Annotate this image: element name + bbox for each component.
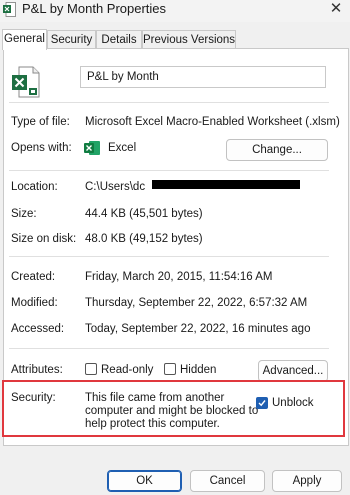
excel-app-icon bbox=[84, 141, 100, 155]
accessed-label: Accessed: bbox=[11, 323, 65, 335]
created-value: Friday, March 20, 2015, 11:54:16 AM bbox=[85, 271, 273, 283]
close-button[interactable]: ✕ bbox=[322, 0, 350, 20]
modified-label: Modified: bbox=[11, 297, 58, 309]
security-message-line-3: help protect this computer. bbox=[85, 418, 220, 430]
read-only-checkbox[interactable] bbox=[85, 363, 97, 375]
excel-document-icon bbox=[12, 66, 40, 98]
type-value: Microsoft Excel Macro-Enabled Worksheet … bbox=[85, 116, 340, 128]
apply-button[interactable]: Apply bbox=[272, 470, 342, 492]
tab-security[interactable]: Security bbox=[47, 30, 96, 49]
change-button[interactable]: Change... bbox=[226, 139, 328, 161]
separator bbox=[9, 256, 329, 257]
hidden-label: Hidden bbox=[180, 364, 217, 376]
tab-details[interactable]: Details bbox=[96, 30, 142, 49]
tab-strip: General Security Details Previous Versio… bbox=[0, 29, 350, 50]
window-title: P&L by Month Properties bbox=[22, 1, 167, 16]
location-label: Location: bbox=[11, 181, 58, 193]
location-value: C:\Users\dc bbox=[85, 181, 146, 193]
cancel-button[interactable]: Cancel bbox=[190, 470, 265, 492]
redaction-bar bbox=[152, 180, 300, 189]
tab-general[interactable]: General bbox=[2, 29, 47, 50]
read-only-label: Read-only bbox=[101, 364, 154, 376]
file-name-input[interactable] bbox=[80, 66, 326, 88]
advanced-button[interactable]: Advanced... bbox=[258, 360, 328, 382]
opens-with-label: Opens with: bbox=[11, 142, 72, 154]
unblock-label: Unblock bbox=[272, 397, 314, 409]
accessed-value: Today, September 22, 2022, 16 minutes ag… bbox=[85, 323, 311, 335]
security-message-line-1: This file came from another bbox=[85, 392, 225, 404]
type-label: Type of file: bbox=[11, 116, 70, 128]
size-value: 44.4 KB (45,501 bytes) bbox=[85, 208, 203, 220]
separator bbox=[9, 348, 329, 349]
ok-button[interactable]: OK bbox=[107, 470, 182, 492]
unblock-checkbox[interactable] bbox=[256, 397, 268, 409]
size-on-disk-value: 48.0 KB (49,152 bytes) bbox=[85, 233, 203, 245]
excel-file-icon bbox=[3, 2, 16, 17]
checkmark-icon bbox=[258, 400, 266, 407]
tab-previous-versions[interactable]: Previous Versions bbox=[142, 30, 236, 49]
attributes-label: Attributes: bbox=[11, 364, 63, 376]
size-on-disk-label: Size on disk: bbox=[11, 233, 77, 245]
separator bbox=[9, 170, 329, 171]
separator bbox=[9, 102, 329, 103]
created-label: Created: bbox=[11, 271, 56, 283]
modified-value: Thursday, September 22, 2022, 6:57:32 AM bbox=[85, 297, 308, 309]
hidden-checkbox[interactable] bbox=[164, 363, 176, 375]
security-label: Security: bbox=[11, 392, 56, 404]
opens-with-value: Excel bbox=[108, 142, 137, 154]
size-label: Size: bbox=[11, 208, 37, 220]
security-message-line-2: computer and might be blocked to bbox=[85, 405, 259, 417]
